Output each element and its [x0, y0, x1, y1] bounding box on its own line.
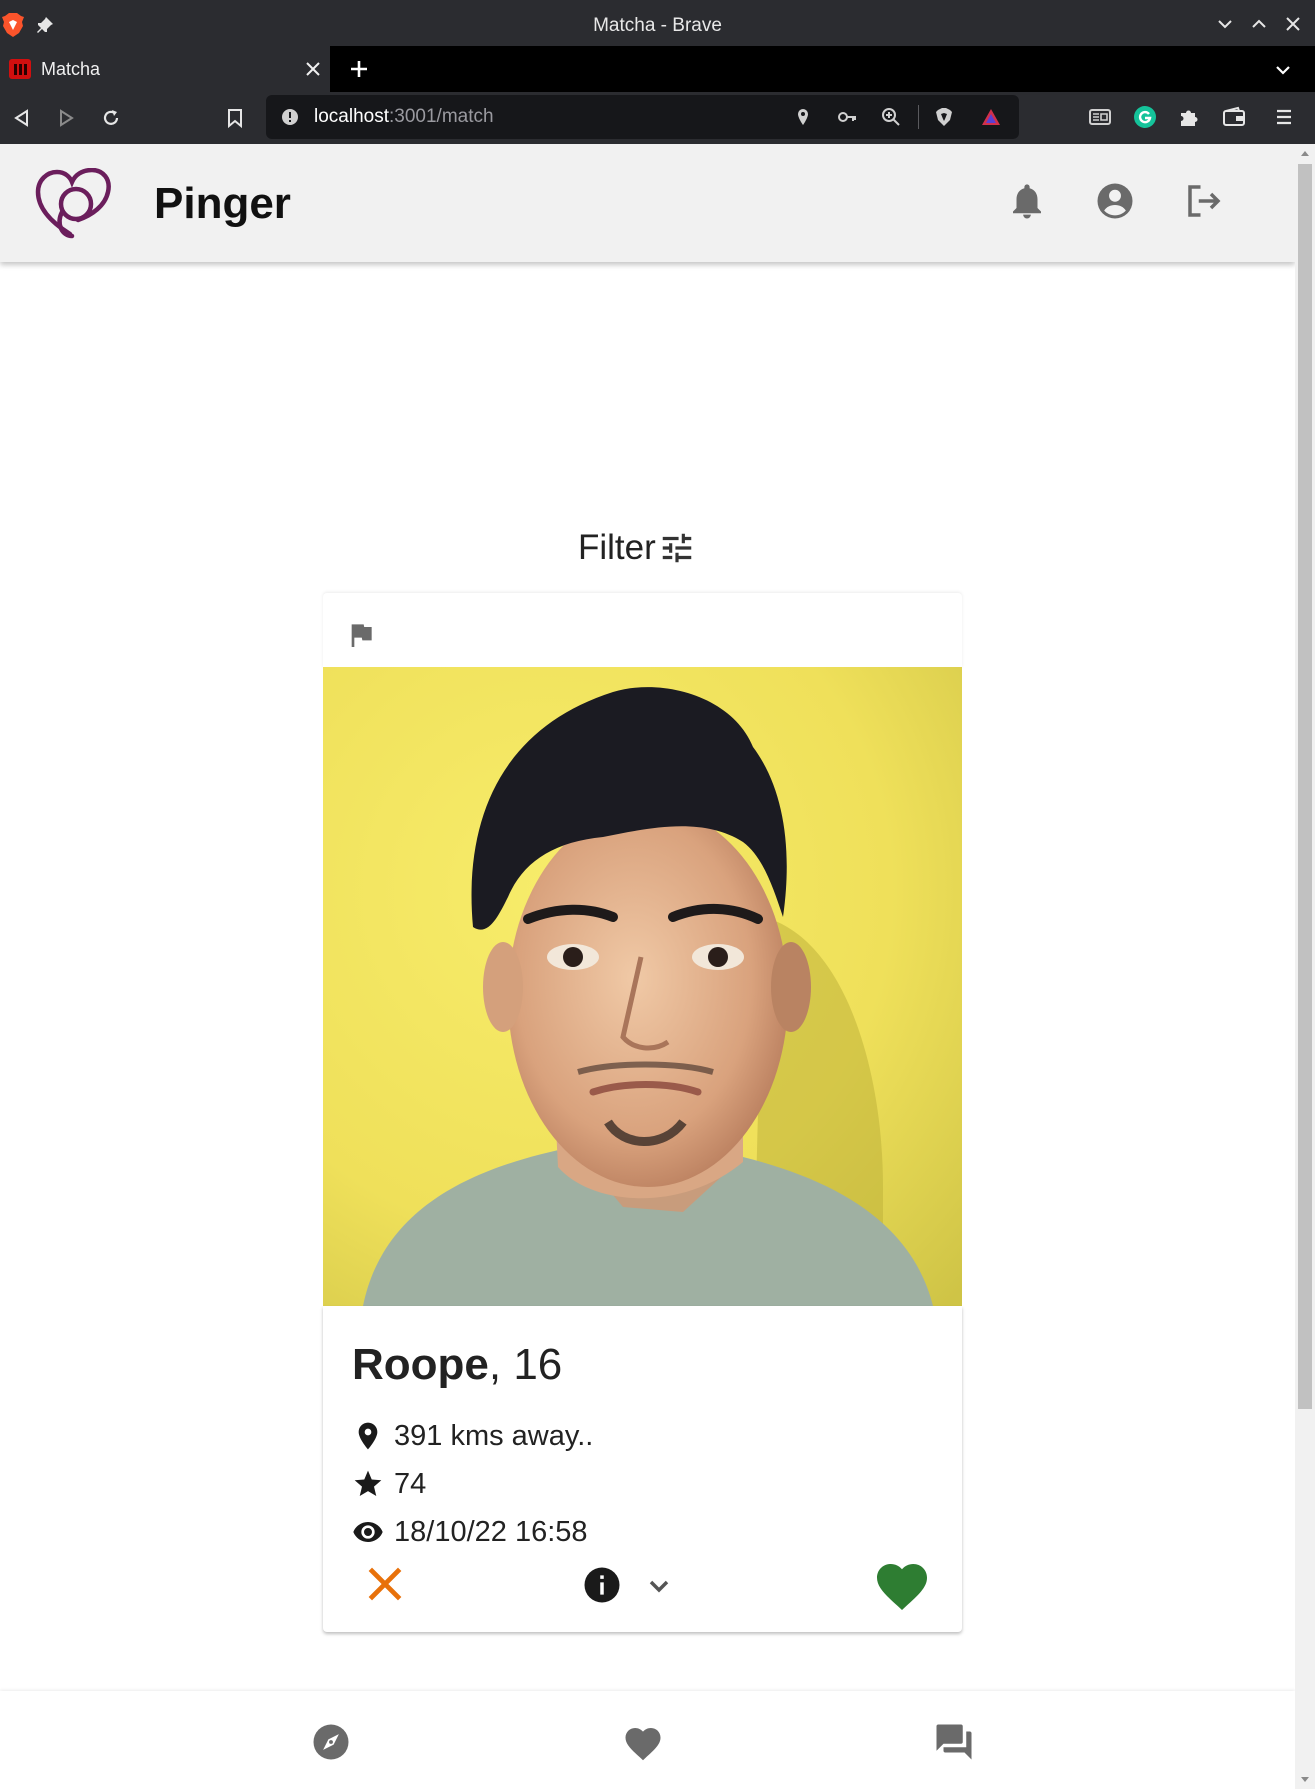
info-icon[interactable] [581, 1564, 623, 1606]
minimize-icon[interactable] [1216, 15, 1234, 33]
extensions-icon[interactable] [1177, 105, 1201, 129]
key-icon[interactable] [837, 107, 857, 127]
profile-name: Roope [352, 1340, 489, 1389]
new-tab-icon[interactable] [349, 59, 369, 79]
logout-icon[interactable] [1183, 179, 1225, 223]
rating-row: 74 [352, 1464, 426, 1504]
maximize-icon[interactable] [1250, 15, 1268, 33]
browser-title-bar: Matcha - Brave [0, 0, 1315, 46]
close-window-icon[interactable] [1284, 15, 1302, 33]
wallet-icon[interactable] [1222, 105, 1246, 129]
filter-label: Filter [578, 528, 656, 567]
browser-toolbar: localhost:3001/match [0, 92, 1315, 144]
omnibox-divider [918, 105, 919, 129]
profile-card-header [323, 593, 962, 668]
compass-icon[interactable] [310, 1721, 352, 1763]
matcha-favicon-icon [9, 59, 31, 79]
tab-search-chevron-icon[interactable] [1274, 61, 1292, 79]
tab-bar: Matcha [0, 46, 1315, 92]
scrollbar-thumb[interactable] [1298, 164, 1312, 1409]
profile-card-body: Roope, 16 391 kms away.. 74 18/10/22 16:… [323, 1306, 962, 1632]
report-flag-icon[interactable] [345, 617, 377, 653]
forward-icon[interactable] [55, 107, 77, 129]
brave-shields-icon[interactable] [934, 107, 954, 127]
dislike-close-icon[interactable] [363, 1562, 407, 1606]
reader-mode-icon[interactable] [1088, 105, 1112, 129]
page-scrollbar[interactable] [1295, 144, 1315, 1789]
app-header: Pinger [0, 144, 1295, 262]
location-icon[interactable] [793, 107, 813, 127]
brave-rewards-icon[interactable] [981, 107, 1001, 127]
heart-icon[interactable] [622, 1721, 664, 1763]
menu-icon[interactable] [1272, 105, 1296, 129]
chevron-down-icon[interactable] [643, 1570, 675, 1602]
location-pin-icon [358, 1422, 378, 1450]
reload-icon[interactable] [100, 107, 122, 129]
like-heart-icon[interactable] [872, 1556, 932, 1612]
account-circle-icon[interactable] [1094, 179, 1136, 223]
close-tab-icon[interactable] [305, 61, 321, 77]
bell-icon[interactable] [1006, 179, 1048, 223]
rating-text: 74 [394, 1467, 427, 1500]
tab-label: Matcha [41, 59, 101, 79]
window-title: Matcha - Brave [593, 15, 722, 36]
address-bar[interactable]: localhost:3001/match [266, 95, 1019, 139]
brand-title: Pinger [154, 179, 291, 228]
last-seen-text: 18/10/22 16:58 [394, 1515, 588, 1548]
profile-photo-image [323, 667, 962, 1306]
pinger-logo-icon[interactable] [34, 168, 114, 240]
forum-icon[interactable] [933, 1721, 975, 1763]
profile-name-age: Roope, 16 [352, 1338, 562, 1392]
grammarly-extension-icon[interactable] [1133, 105, 1157, 129]
scroll-up-icon[interactable] [1300, 148, 1310, 158]
last-seen-row: 18/10/22 16:58 [352, 1512, 588, 1552]
distance-text: 391 kms away.. [394, 1419, 594, 1452]
eye-icon [353, 1522, 383, 1542]
page-viewport: Pinger Filter Roope, 16 391 kms away.. 7… [0, 144, 1315, 1789]
bookmark-icon[interactable] [224, 107, 246, 129]
filter-button[interactable]: Filter [578, 524, 696, 572]
tune-icon [662, 533, 692, 563]
url-text[interactable]: localhost:3001/match [314, 95, 494, 139]
star-icon [354, 1470, 382, 1496]
site-info-icon[interactable] [281, 108, 299, 126]
profile-photo [323, 667, 962, 1306]
zoom-icon[interactable] [881, 107, 901, 127]
back-icon[interactable] [11, 107, 33, 129]
bottom-navigation [0, 1691, 1295, 1789]
scroll-down-icon[interactable] [1300, 1775, 1310, 1785]
profile-age: , 16 [488, 1340, 563, 1389]
distance-row: 391 kms away.. [352, 1416, 593, 1456]
tab-matcha[interactable]: Matcha [0, 46, 330, 92]
